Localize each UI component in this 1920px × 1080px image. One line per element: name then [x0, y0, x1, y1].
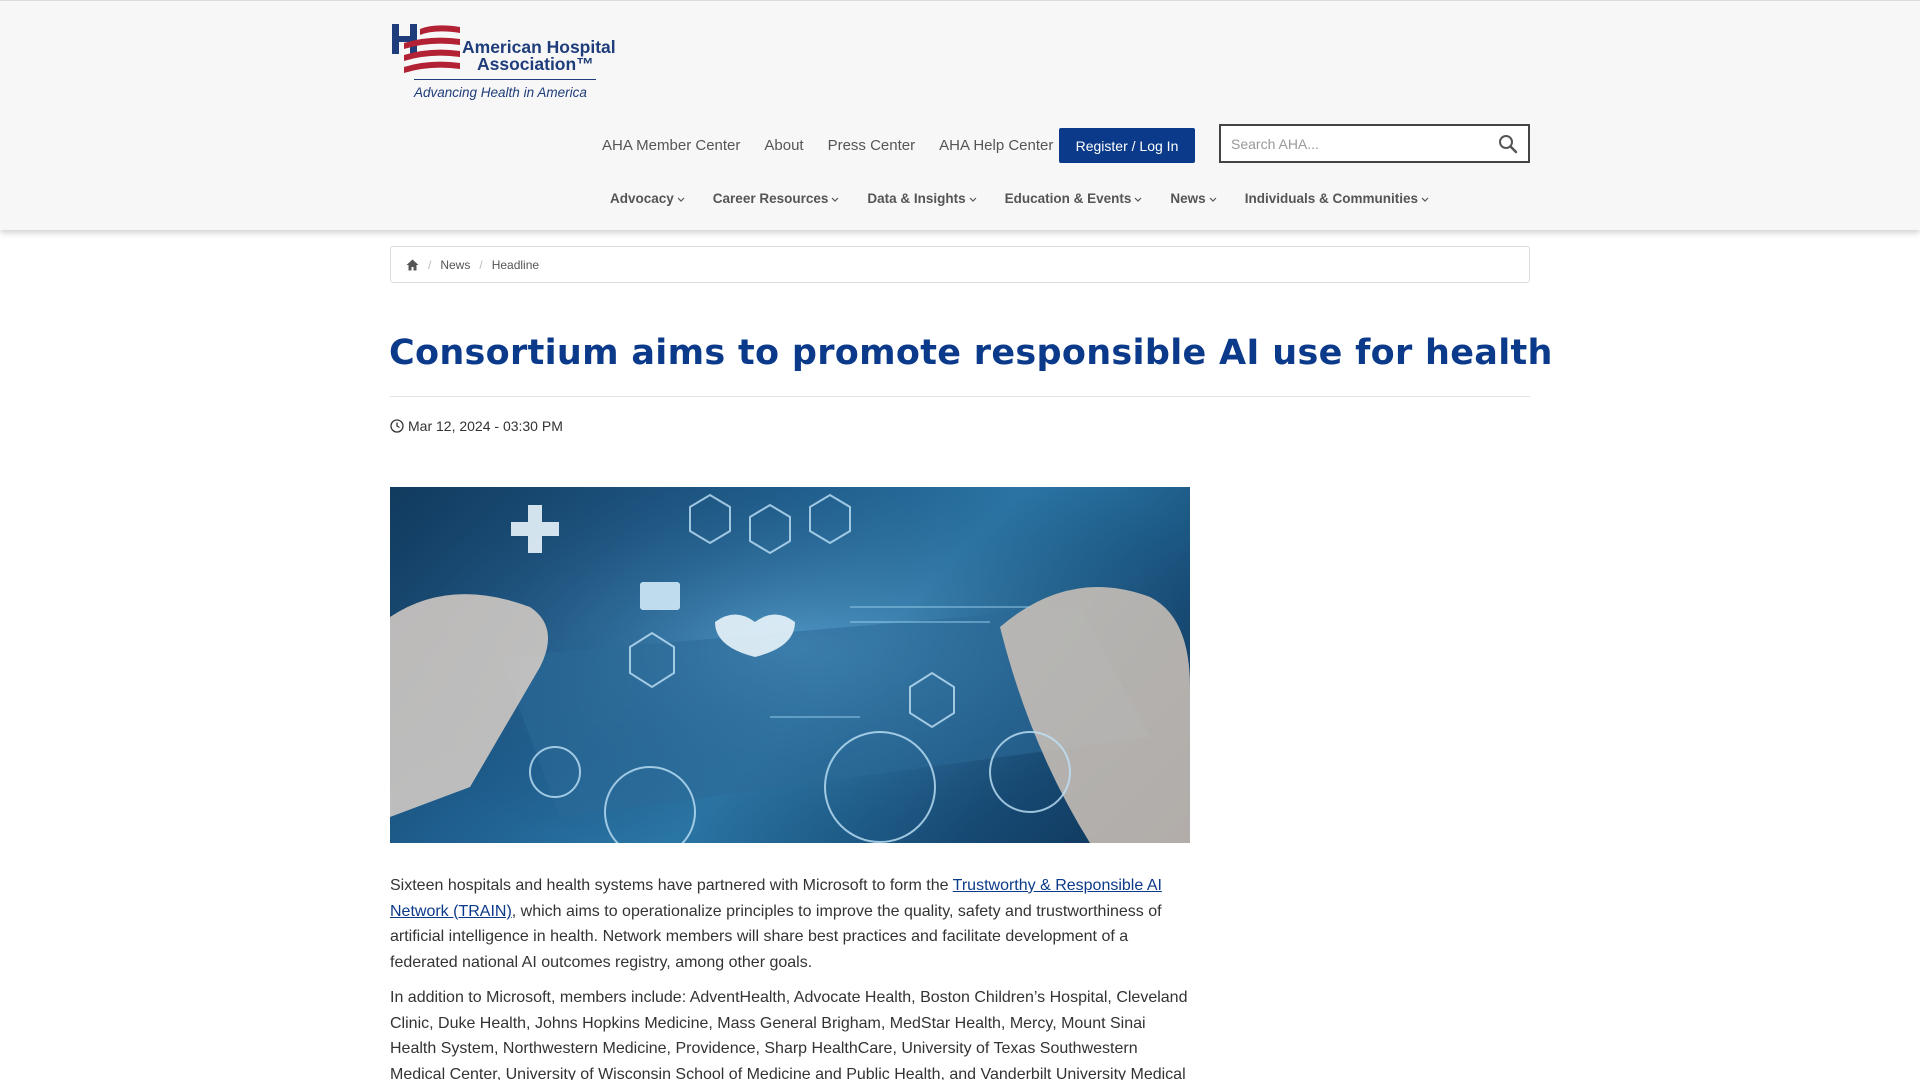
logo-line2: Association™	[477, 54, 594, 74]
nav-individuals-communities-label: Individuals & Communities	[1244, 191, 1418, 206]
chevron-down-icon	[677, 197, 685, 202]
util-link-help-center[interactable]: AHA Help Center	[939, 137, 1053, 154]
breadcrumb-item-news[interactable]: News	[440, 258, 470, 272]
article-paragraph-2: In addition to Microsoft, members includ…	[390, 989, 1188, 1080]
main-nav: Advocacy Career Resources Data & Insight…	[610, 191, 1457, 206]
hero-illustration	[390, 487, 1190, 843]
logo-tagline: Advancing Health in America	[414, 85, 587, 100]
nav-data-insights[interactable]: Data & Insights	[867, 191, 977, 206]
register-login-button[interactable]: Register / Log In	[1059, 128, 1195, 163]
search-box	[1219, 124, 1530, 163]
article-title: Consortium aims to promote responsible A…	[389, 333, 1553, 373]
breadcrumb-separator: /	[428, 257, 432, 272]
nav-career-resources[interactable]: Career Resources	[713, 191, 840, 206]
util-link-about[interactable]: About	[764, 137, 803, 154]
nav-education-events-label: Education & Events	[1004, 191, 1132, 206]
nav-individuals-communities[interactable]: Individuals & Communities	[1245, 191, 1429, 206]
logo-divider	[414, 79, 596, 80]
site-header: American Hospital Association™ Advancing…	[0, 0, 1920, 230]
chevron-down-icon	[969, 197, 977, 202]
article-date: Mar 12, 2024 - 03:30 PM	[390, 418, 563, 434]
breadcrumb-item-headline: Headline	[491, 257, 540, 272]
nav-data-insights-label: Data & Insights	[867, 191, 966, 206]
aha-logo-mark-icon	[392, 24, 460, 73]
nav-career-resources-label: Career Resources	[712, 191, 829, 206]
p1-text-before: Sixteen hospitals and health systems hav…	[390, 877, 953, 894]
article-date-text: Mar 12, 2024 - 03:30 PM	[408, 418, 563, 434]
nav-news-label: News	[1170, 191, 1206, 206]
aha-logo[interactable]: American Hospital Association™ Advancing…	[390, 21, 616, 106]
nav-education-events[interactable]: Education & Events	[1005, 191, 1143, 206]
article-paragraph-1: Sixteen hospitals and health systems hav…	[390, 873, 1195, 975]
breadcrumb: / News / Headline	[390, 246, 1530, 283]
breadcrumb-separator: /	[479, 257, 483, 272]
util-link-member-center[interactable]: AHA Member Center	[602, 137, 740, 154]
nav-news[interactable]: News	[1170, 191, 1217, 206]
util-link-press-center[interactable]: Press Center	[828, 137, 916, 154]
utility-nav: AHA Member Center About Press Center AHA…	[602, 137, 1053, 154]
search-input[interactable]	[1231, 134, 1491, 154]
chevron-down-icon	[1421, 197, 1429, 202]
home-icon[interactable]	[406, 259, 419, 271]
chevron-down-icon	[1209, 197, 1217, 202]
article-hero-image	[390, 487, 1190, 843]
nav-advocacy[interactable]: Advocacy	[610, 191, 685, 206]
chevron-down-icon	[831, 197, 839, 202]
nav-advocacy-label: Advocacy	[610, 191, 674, 206]
title-divider	[390, 396, 1530, 397]
clock-icon	[390, 419, 404, 433]
search-icon[interactable]	[1498, 134, 1518, 154]
chevron-down-icon	[1134, 197, 1142, 202]
